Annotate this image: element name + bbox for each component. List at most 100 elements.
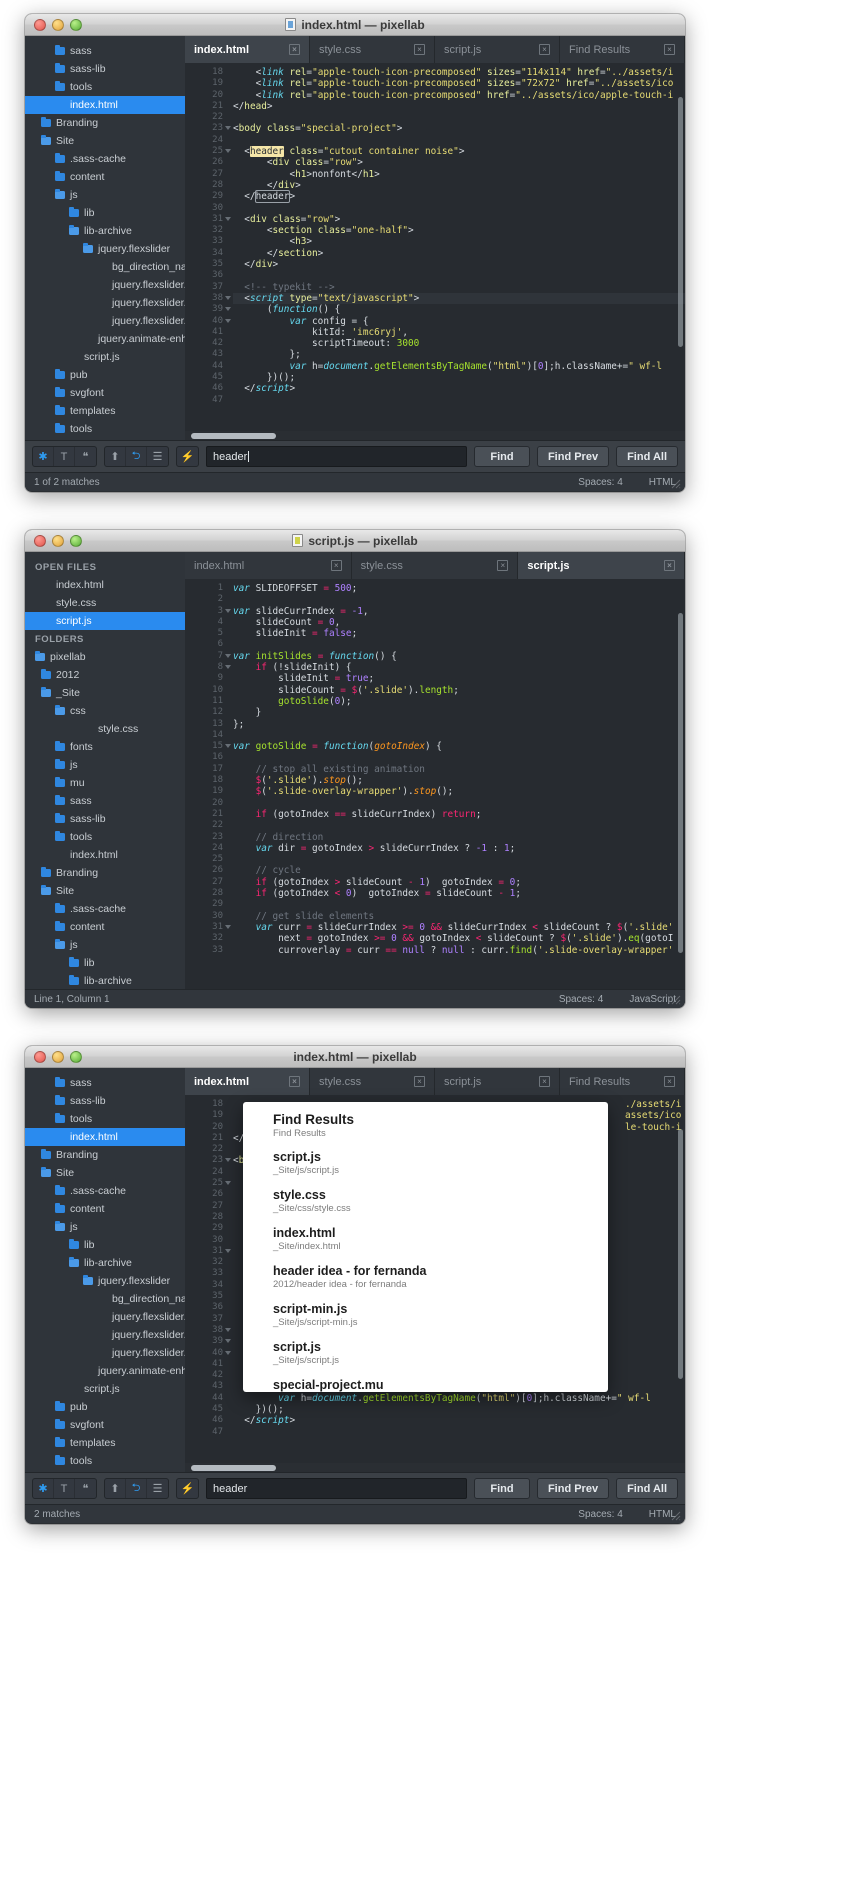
- code-line[interactable]: <link rel="apple-touch-icon-precomposed"…: [233, 78, 685, 89]
- find-input[interactable]: header: [206, 1478, 467, 1499]
- sidebar-item-style-css[interactable]: style.css: [25, 720, 185, 738]
- tab-close-icon[interactable]: ×: [289, 1076, 300, 1087]
- close-button[interactable]: [34, 535, 46, 547]
- sidebar-item-svgfont[interactable]: svgfont: [25, 384, 185, 402]
- fold-triangle-icon[interactable]: [225, 1158, 231, 1162]
- sidebar-item-lib-archive[interactable]: lib-archive: [25, 1254, 185, 1272]
- sidebar-item-tools[interactable]: tools: [25, 78, 185, 96]
- whole-word-icon[interactable]: ❝: [75, 447, 96, 466]
- find-button[interactable]: Find: [474, 1478, 530, 1499]
- close-button[interactable]: [34, 1051, 46, 1063]
- code-line[interactable]: [233, 752, 685, 763]
- sidebar-item-lib-archive[interactable]: lib-archive: [25, 972, 185, 989]
- code-line[interactable]: slideCount = 0,: [233, 617, 685, 628]
- sidebar-item-bg-direction-nav[interactable]: bg_direction_nav: [25, 258, 185, 276]
- find-all-button[interactable]: Find All: [616, 446, 678, 467]
- code-line[interactable]: var initSlides = function() {: [233, 651, 685, 662]
- code-line[interactable]: })();: [233, 1404, 685, 1415]
- code-line[interactable]: slideInit = false;: [233, 628, 685, 639]
- horizontal-scrollbar[interactable]: [185, 431, 685, 440]
- code-line[interactable]: [233, 639, 685, 650]
- code-line[interactable]: var slideCurrIndex = -1,: [233, 606, 685, 617]
- sidebar-item-templates[interactable]: templates: [25, 1434, 185, 1452]
- window-controls[interactable]: [25, 535, 82, 547]
- find-prev-button[interactable]: Find Prev: [537, 1478, 609, 1499]
- resize-grip-icon[interactable]: [670, 478, 681, 489]
- show-context-icon[interactable]: ☰: [147, 1479, 168, 1498]
- sidebar-item-branding[interactable]: Branding: [25, 1146, 185, 1164]
- minimize-button[interactable]: [52, 19, 64, 31]
- sidebar-item-jquery-flexslider[interactable]: jquery.flexslider: [25, 1272, 185, 1290]
- highlight-group[interactable]: ⚡: [176, 446, 199, 467]
- code-line[interactable]: scriptTimeout: 3000: [233, 338, 685, 349]
- sidebar-file-tree[interactable]: sasssass-libtoolsindex.htmlBrandingSite.…: [25, 36, 185, 440]
- code-line[interactable]: [233, 730, 685, 741]
- vertical-scrollbar[interactable]: [678, 613, 683, 953]
- sidebar-item-script-js[interactable]: script.js: [25, 348, 185, 366]
- code-line[interactable]: </script>: [233, 1415, 685, 1426]
- code-line[interactable]: if (!slideInit) {: [233, 662, 685, 673]
- code-content[interactable]: var SLIDEOFFSET = 500; var slideCurrInde…: [227, 579, 685, 989]
- sidebar-item-jquery-flexslider[interactable]: jquery.flexslider.: [25, 312, 185, 330]
- code-line[interactable]: curroverlay = curr == null ? null : curr…: [233, 945, 685, 956]
- sidebar-file-tree[interactable]: sasssass-libtoolsindex.htmlBrandingSite.…: [25, 1068, 185, 1472]
- tab-bar[interactable]: index.html×style.css×script.js×: [185, 552, 685, 579]
- code-line[interactable]: };: [233, 349, 685, 360]
- sidebar-item-site[interactable]: Site: [25, 882, 185, 900]
- fold-triangle-icon[interactable]: [225, 1249, 231, 1253]
- horizontal-scrollbar-thumb[interactable]: [191, 433, 276, 439]
- code-line[interactable]: </section>: [233, 248, 685, 259]
- code-line[interactable]: // cycle: [233, 865, 685, 876]
- wrap-icon[interactable]: ⮌: [126, 1479, 147, 1498]
- window-script-js[interactable]: script.js — pixellab OPEN FILESindex.htm…: [25, 530, 685, 1008]
- find-bar[interactable]: ✱ T ❝ ⬆ ⮌ ☰ ⚡ header Find Find Prev Find…: [25, 1472, 685, 1504]
- titlebar[interactable]: script.js — pixellab: [25, 530, 685, 552]
- sidebar-item-fonts[interactable]: fonts: [25, 738, 185, 756]
- sidebar-item-tools[interactable]: tools: [25, 828, 185, 846]
- sidebar-item-script-js[interactable]: script.js: [25, 612, 185, 630]
- sidebar-item-js[interactable]: js: [25, 1218, 185, 1236]
- code-line[interactable]: <link rel="apple-touch-icon-precomposed"…: [233, 90, 685, 101]
- fold-triangle-icon[interactable]: [225, 1339, 231, 1343]
- sidebar-item-pub[interactable]: pub: [25, 1398, 185, 1416]
- sidebar-item-sass[interactable]: sass: [25, 792, 185, 810]
- horizontal-scrollbar-thumb[interactable]: [191, 1465, 276, 1471]
- titlebar[interactable]: index.html — pixellab: [25, 1046, 685, 1068]
- tab-script-js[interactable]: script.js×: [435, 1068, 560, 1095]
- sidebar-item-templates[interactable]: templates: [25, 402, 185, 420]
- zoom-button[interactable]: [70, 19, 82, 31]
- horizontal-scrollbar[interactable]: [185, 1463, 685, 1472]
- sidebar-item-bg-direction-nav[interactable]: bg_direction_nav: [25, 1290, 185, 1308]
- sidebar-item-tools[interactable]: tools: [25, 420, 185, 438]
- code-line[interactable]: next = gotoIndex >= 0 && gotoIndex < sli…: [233, 933, 685, 944]
- code-line[interactable]: <link rel="apple-touch-icon-precomposed"…: [233, 67, 685, 78]
- fold-triangle-icon[interactable]: [225, 149, 231, 153]
- code-line[interactable]: [233, 135, 685, 146]
- code-line[interactable]: }: [233, 707, 685, 718]
- tab-index-html[interactable]: index.html×: [185, 1068, 310, 1095]
- find-all-button[interactable]: Find All: [616, 1478, 678, 1499]
- find-result-item[interactable]: header idea - for fernanda2012/header id…: [243, 1257, 608, 1295]
- sidebar-item-js[interactable]: js: [25, 186, 185, 204]
- code-line[interactable]: [233, 395, 685, 406]
- sidebar-item-lib[interactable]: lib: [25, 204, 185, 222]
- tab-close-icon[interactable]: ×: [539, 1076, 550, 1087]
- find-input[interactable]: header: [206, 446, 467, 467]
- minimize-button[interactable]: [52, 1051, 64, 1063]
- sidebar-item-branding[interactable]: Branding: [25, 114, 185, 132]
- sidebar-item-pixellab[interactable]: pixellab: [25, 648, 185, 666]
- tab-find-results[interactable]: Find Results×: [560, 36, 685, 63]
- code-content[interactable]: <link rel="apple-touch-icon-precomposed"…: [227, 63, 685, 431]
- fold-triangle-icon[interactable]: [225, 1328, 231, 1332]
- code-line[interactable]: <div class="row">: [233, 157, 685, 168]
- sidebar-item-jquery-flexslider[interactable]: jquery.flexslider.: [25, 276, 185, 294]
- code-line[interactable]: (function() {: [233, 304, 685, 315]
- code-line[interactable]: <div class="row">: [233, 214, 685, 225]
- fold-triangle-icon[interactable]: [225, 307, 231, 311]
- fold-triangle-icon[interactable]: [225, 654, 231, 658]
- sidebar-item-js[interactable]: js: [25, 756, 185, 774]
- indent-setting[interactable]: Spaces: 4: [578, 1509, 622, 1520]
- find-results-list[interactable]: script.js_Site/js/script.jsstyle.css_Sit…: [243, 1143, 608, 1392]
- code-line[interactable]: [233, 798, 685, 809]
- sidebar-item-tools[interactable]: tools: [25, 1452, 185, 1470]
